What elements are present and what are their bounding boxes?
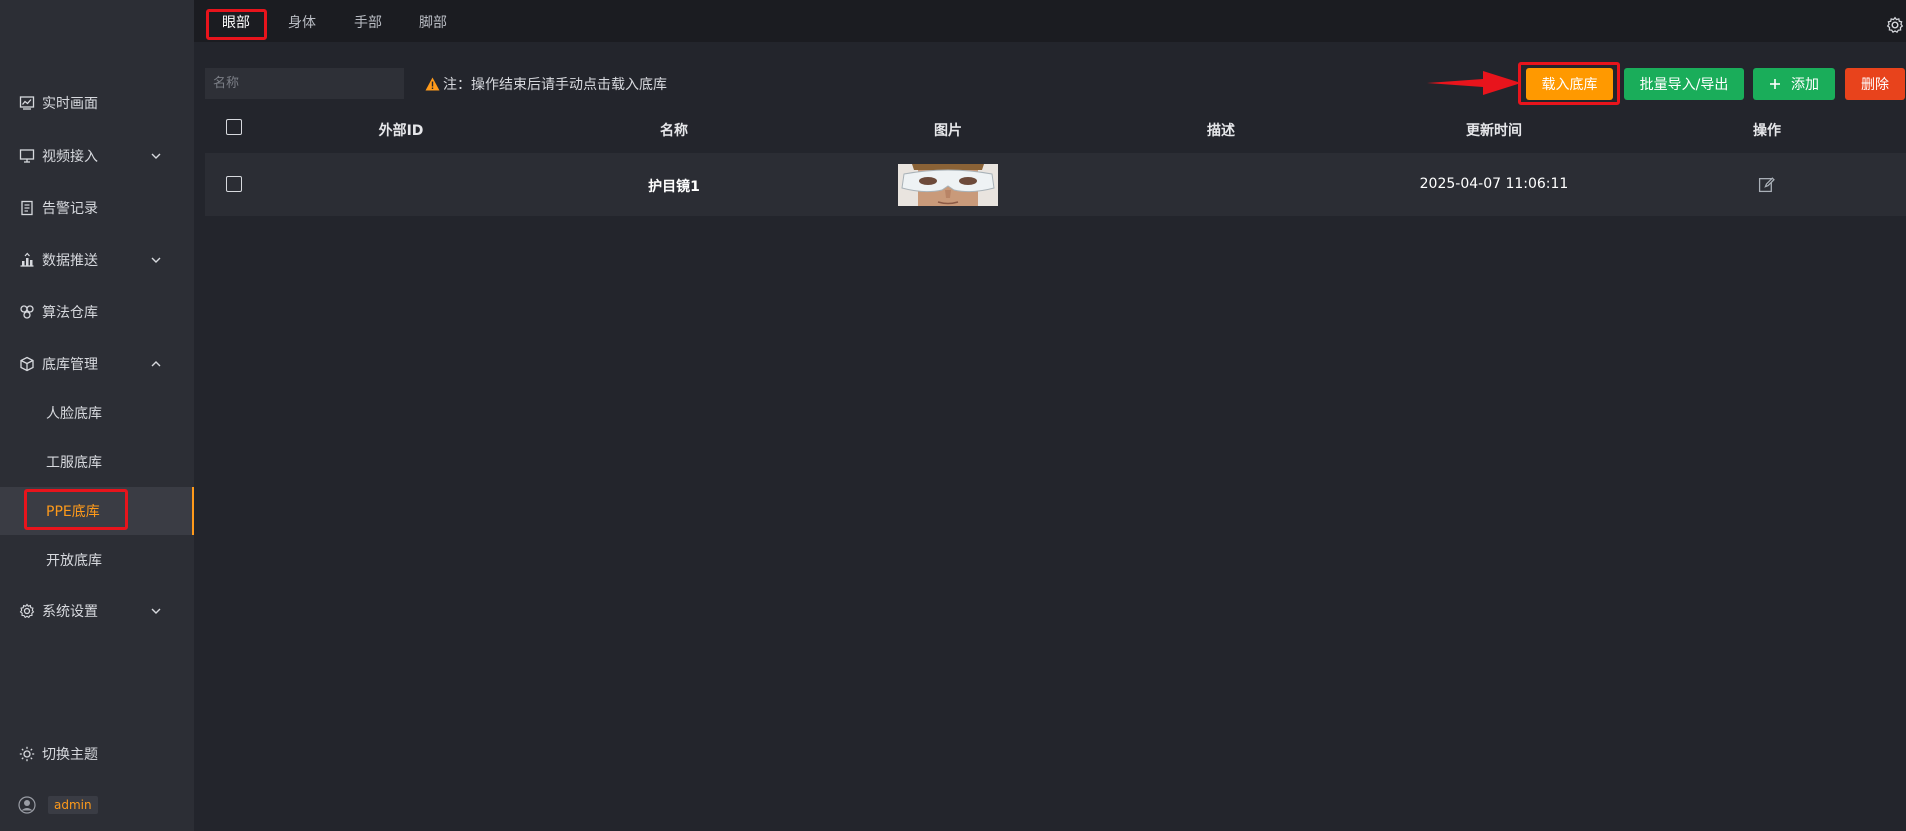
settings-gear-icon[interactable] — [1886, 16, 1904, 34]
sidebar: 实时画面 视频接入 告警记录 数据推送 算法仓库 底库管理 人脸底库 工服底库 … — [0, 0, 194, 831]
note-text: 注：操作结束后请手动点击载入底库 — [443, 77, 667, 93]
sidebar-subitem-label: 开放底库 — [46, 553, 102, 569]
goggles-thumbnail[interactable] — [898, 164, 998, 206]
avatar — [18, 796, 36, 814]
cell-name: 护目镜1 — [648, 179, 700, 195]
column-header-updated-time: 更新时间 — [1466, 123, 1522, 139]
username: admin — [48, 796, 98, 814]
search-input[interactable] — [205, 68, 404, 99]
delete-button[interactable]: 删除 — [1845, 68, 1905, 100]
algorithm-icon — [18, 303, 36, 321]
note: 注：操作结束后请手动点击载入底库 — [425, 74, 667, 94]
document-icon — [18, 199, 36, 217]
sidebar-item-label: 实时画面 — [42, 96, 98, 112]
sidebar-item-label: 数据推送 — [42, 253, 98, 269]
screen-icon — [18, 147, 36, 165]
sidebar-item-label: 告警记录 — [42, 201, 98, 217]
sidebar-subitem-label: 人脸底库 — [46, 406, 102, 422]
plus-icon — [1770, 79, 1780, 89]
sidebar-item-alarm-records[interactable]: 告警记录 — [0, 190, 194, 226]
tab-body[interactable]: 身体 — [288, 12, 316, 32]
cell-updated-time: 2025-04-07 11:06:11 — [1419, 176, 1569, 192]
column-header-image: 图片 — [934, 123, 962, 139]
sidebar-item-live-view[interactable]: 实时画面 — [0, 85, 194, 121]
chevron-down-icon — [151, 608, 161, 614]
tab-hand[interactable]: 手部 — [354, 12, 382, 32]
chevron-down-icon — [151, 257, 161, 263]
sidebar-item-video-access[interactable]: 视频接入 — [0, 138, 194, 174]
sidebar-subitem-label: 工服底库 — [46, 455, 102, 471]
edit-icon[interactable] — [1758, 176, 1775, 193]
sidebar-item-label: 底库管理 — [42, 357, 98, 373]
box-icon — [18, 355, 36, 373]
tab-foot[interactable]: 脚部 — [419, 12, 447, 32]
sidebar-item-system-settings[interactable]: 系统设置 — [0, 593, 194, 629]
table-row[interactable]: 护目镜1 2025-04-07 11:06:11 — [205, 153, 1906, 216]
monitor-chart-icon — [18, 94, 36, 112]
column-header-description: 描述 — [1207, 123, 1235, 139]
gear-icon — [18, 602, 36, 620]
theme-switch-label: 切换主题 — [42, 747, 98, 763]
theme-switch[interactable]: 切换主题 — [0, 736, 194, 772]
top-tab-bar: 眼部 身体 手部 脚部 — [194, 0, 1906, 42]
sidebar-item-label: 算法仓库 — [42, 305, 98, 321]
sidebar-item-algorithm-store[interactable]: 算法仓库 — [0, 294, 194, 330]
column-header-name: 名称 — [660, 123, 688, 139]
sidebar-item-label: 系统设置 — [42, 604, 98, 620]
sidebar-subitem-open-library[interactable]: 开放底库 — [0, 536, 194, 584]
column-header-external-id: 外部ID — [378, 123, 424, 139]
sidebar-subitem-ppe-library[interactable]: PPE底库 — [0, 487, 194, 535]
sidebar-item-data-push[interactable]: 数据推送 — [0, 242, 194, 278]
user-menu[interactable]: admin — [0, 787, 194, 823]
sidebar-item-library-management[interactable]: 底库管理 — [0, 346, 194, 382]
chevron-up-icon — [151, 361, 161, 367]
sidebar-subitem-label: PPE底库 — [46, 504, 100, 520]
add-button[interactable]: 添加 — [1753, 68, 1835, 100]
chevron-down-icon — [151, 153, 161, 159]
sidebar-subitem-face-library[interactable]: 人脸底库 — [0, 389, 194, 437]
warning-icon — [425, 77, 440, 91]
column-header-actions: 操作 — [1753, 123, 1781, 139]
sidebar-item-label: 视频接入 — [42, 149, 98, 165]
arrow-annotation-icon — [1427, 71, 1521, 95]
upload-chart-icon — [18, 251, 36, 269]
tab-eye[interactable]: 眼部 — [222, 12, 250, 32]
table-header: 外部ID 名称 图片 描述 更新时间 操作 — [205, 108, 1906, 153]
batch-import-export-button[interactable]: 批量导入/导出 — [1624, 68, 1744, 100]
select-all-checkbox[interactable] — [226, 119, 242, 135]
row-checkbox[interactable] — [226, 176, 242, 192]
sidebar-subitem-uniform-library[interactable]: 工服底库 — [0, 438, 194, 486]
load-library-button[interactable]: 载入底库 — [1526, 68, 1613, 100]
add-button-label: 添加 — [1791, 77, 1819, 93]
sun-icon — [18, 745, 36, 763]
